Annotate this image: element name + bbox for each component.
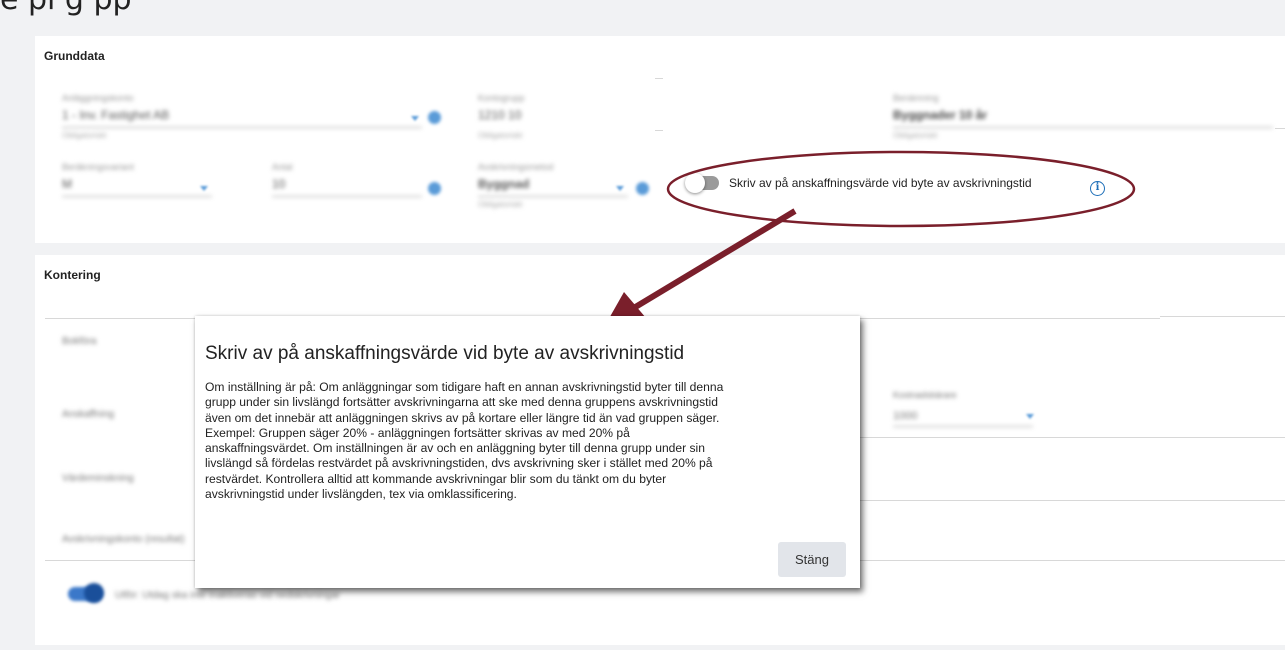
divider [860, 318, 1160, 319]
info-icon[interactable] [636, 182, 649, 195]
grunddata-title: Grunddata [44, 49, 105, 63]
field-anlaggningskonto[interactable]: Anläggningskonto 1 - Inv. Fastighet AB O… [62, 93, 422, 140]
dialog-title: Skriv av på anskaffningsvärde vid byte a… [205, 343, 685, 364]
kontering-toggle-label: Utför: Utdag ska inte inaktiveras vid ne… [115, 590, 341, 601]
field-benamning[interactable]: Benämning Byggnader 10 år Obligatoriskt [893, 93, 1273, 140]
field-label: Avskrivningsmetod [478, 162, 554, 172]
dialog-line: även om det innebär att anläggningen skr… [205, 410, 720, 425]
field-helper: Obligatoriskt [478, 131, 523, 140]
info-dialog: Skriv av på anskaffningsvärde vid byte a… [195, 316, 860, 588]
field-value: M [62, 177, 212, 197]
anskaffningsvarde-toggle-label: Skriv av på anskaffningsvärde vid byte a… [729, 176, 1032, 190]
field-label: Anläggningskonto [62, 93, 134, 103]
field-avskrivningsmetod[interactable]: Avskrivningsmetod Byggnad Obligatoriskt [478, 162, 628, 209]
dialog-line: Om inställning är på: Om anläggningar so… [205, 380, 724, 394]
kontering-field-label: Kostnadsbärare [893, 390, 957, 400]
dialog-line: restvärdet. Kontrollera alltid att komma… [205, 471, 667, 486]
toggle-knob [84, 583, 104, 603]
info-icon[interactable] [428, 111, 441, 124]
anskaffningsvarde-toggle[interactable] [685, 173, 719, 193]
field-kontogrupp[interactable]: Kontogrupp 1210 10 Obligatoriskt [478, 93, 658, 140]
kontering-row-label: Avskrivningskonto (resultat) [62, 534, 185, 545]
field-value: 1 - Inv. Fastighet AB [62, 108, 422, 128]
divider [860, 560, 1285, 561]
page-title: e pi g pp [0, 0, 132, 17]
divider [1275, 128, 1285, 129]
divider [45, 318, 195, 319]
close-button[interactable]: Stäng [778, 542, 846, 577]
dialog-line: avskrivningstid under livslängden, tex v… [205, 487, 517, 502]
dialog-line: grupp under sin livslängd fortsätter avs… [205, 395, 718, 410]
top-strip: e pi g pp [0, 0, 1285, 20]
field-label: Benämning [893, 93, 939, 103]
field-label: Antal [272, 162, 293, 172]
field-label: Kontogrupp [478, 93, 525, 103]
chevron-down-icon[interactable] [200, 186, 208, 191]
dialog-line: Exempel: Gruppen säger 20% - anläggninge… [205, 425, 630, 440]
field-value: 10 [272, 177, 422, 197]
divider [1160, 316, 1285, 317]
divider [45, 560, 195, 561]
kontering-row-label: Anskaffning [62, 409, 115, 420]
kontering-title: Kontering [44, 268, 101, 282]
dialog-line: anskaffningsvärdet. Om inställningen är … [205, 441, 705, 456]
divider [860, 500, 1285, 501]
field-helper: Obligatoriskt [893, 131, 938, 140]
field-value: Byggnader 10 år [893, 108, 1273, 128]
field-helper: Obligatoriskt [62, 131, 107, 140]
field-label: Beräkningsvariant [62, 162, 135, 172]
field-value: Byggnad [478, 177, 628, 197]
kostnadsbarare-select[interactable]: 1000 [893, 410, 1033, 427]
chevron-down-icon[interactable] [616, 186, 624, 191]
field-value: 1210 10 [478, 108, 658, 128]
divider [655, 78, 663, 79]
dialog-line: livslängd så fördelas restvärdet på avsk… [205, 456, 713, 471]
info-icon[interactable]: i [1090, 181, 1105, 196]
dialog-body: Om inställning är på: Om anläggningar so… [205, 380, 845, 502]
kontering-row-label: Bokföra [62, 336, 97, 347]
chevron-down-icon[interactable] [1026, 414, 1034, 419]
field-berakningsvariant[interactable]: Beräkningsvariant M [62, 162, 212, 197]
divider [655, 130, 663, 131]
field-antal[interactable]: Antal 10 [272, 162, 422, 197]
divider [860, 437, 1285, 438]
info-icon[interactable] [428, 182, 441, 195]
toggle-knob [685, 173, 705, 193]
chevron-down-icon[interactable] [411, 116, 419, 121]
field-helper: Obligatoriskt [478, 200, 523, 209]
kontering-row-label: Värdeminskning [62, 473, 134, 484]
